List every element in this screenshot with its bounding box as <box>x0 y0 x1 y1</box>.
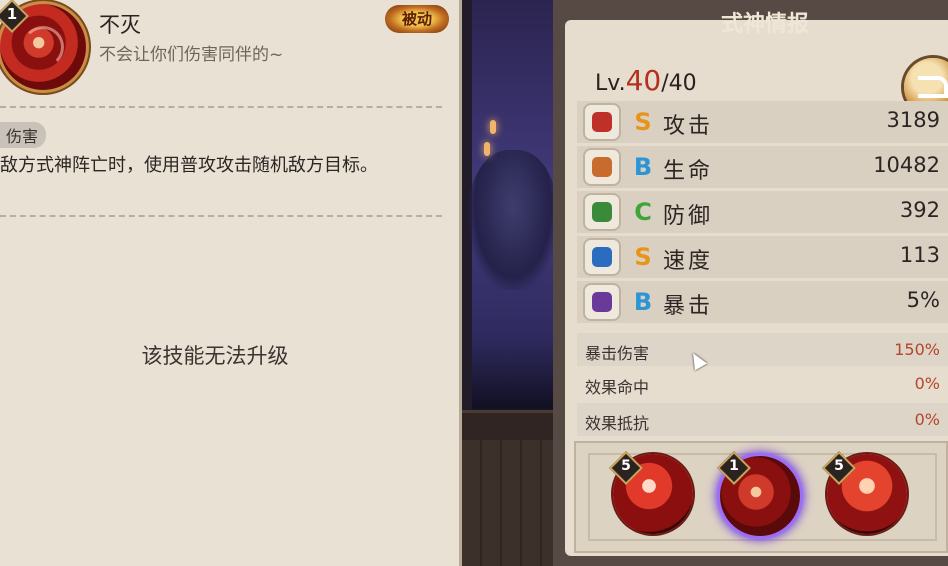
level-prefix: Lv. <box>595 71 626 96</box>
stat-value: 3189 <box>886 108 940 132</box>
skill-level-text: 1 <box>6 5 18 23</box>
stat-value: 113 <box>899 243 940 267</box>
armor-icon <box>583 193 621 231</box>
speed-arrow-icon <box>583 238 621 276</box>
sub-stat-label: 效果命中 <box>585 378 650 397</box>
stat-grade: S <box>634 243 652 271</box>
stat-grade: B <box>633 288 653 316</box>
skill-level-text: 5 <box>834 458 844 474</box>
stat-label: 暴击 <box>663 294 714 319</box>
stat-row-hp: B 生命 10482 <box>577 146 948 188</box>
sub-stat-crit-damage: 暴击伤害 150% <box>577 333 948 366</box>
crit-scroll-icon <box>583 283 621 321</box>
stat-label: 攻击 <box>663 114 714 139</box>
stat-row-attack: S 攻击 3189 <box>577 101 948 143</box>
sub-stat-value: 150% <box>894 340 940 359</box>
skill-type-badge: 被动 <box>385 5 449 33</box>
panel-title: 式神情报 <box>720 12 809 37</box>
tree-silhouette <box>468 150 558 290</box>
no-upgrade-text: 该技能无法升级 <box>141 344 289 368</box>
sub-stat-effect-hit: 效果命中 0% <box>577 367 948 400</box>
stat-row-speed: S 速度 113 <box>577 236 948 278</box>
lantern-icon <box>484 142 490 156</box>
sub-stat-value: 0% <box>914 374 940 393</box>
sub-stat-effect-resist: 效果抵抗 0% <box>577 403 948 436</box>
stat-row-defense: C 防御 392 <box>577 191 948 233</box>
skill-quote: 不会让你们伤害同伴的~ <box>99 45 284 65</box>
share-arrow-icon <box>918 76 948 98</box>
background-scene <box>462 0 566 566</box>
skill-detail-panel: 1 不灭 不会让你们伤害同伴的~ 被动 伤害 敌方式神阵亡时，使用普攻攻击随机敌… <box>0 0 462 566</box>
sub-stat-label: 效果抵抗 <box>585 414 650 433</box>
skill-level-text: 1 <box>729 458 739 474</box>
stat-label: 防御 <box>663 204 714 229</box>
sub-stat-label: 暴击伤害 <box>585 344 650 363</box>
stat-grade: S <box>634 108 652 136</box>
stat-value: 5% <box>906 288 940 312</box>
divider <box>0 106 442 108</box>
stat-row-crit: B 暴击 5% <box>577 281 948 323</box>
level-display: Lv.40/40 <box>595 64 697 97</box>
skill-effect-text: 敌方式神阵亡时，使用普攻攻击随机敌方目标。 <box>0 155 378 176</box>
stat-grade: B <box>633 153 653 181</box>
stat-label: 生命 <box>663 159 714 184</box>
sub-stat-value: 0% <box>914 410 940 429</box>
skill-tag: 伤害 <box>0 122 47 148</box>
talisman-icon <box>583 148 621 186</box>
skill-level-text: 5 <box>621 458 631 474</box>
stat-grade: C <box>634 198 652 226</box>
veranda-edge <box>462 410 566 440</box>
level-max: /40 <box>661 71 697 96</box>
level-current: 40 <box>625 64 662 97</box>
stat-label: 速度 <box>663 249 714 274</box>
skill-name: 不灭 <box>99 13 141 37</box>
stat-value: 10482 <box>873 153 940 177</box>
stat-value: 392 <box>899 198 940 222</box>
lantern-icon <box>490 120 496 134</box>
fan-icon <box>583 103 621 141</box>
wooden-floor <box>462 440 566 566</box>
divider <box>0 215 442 217</box>
